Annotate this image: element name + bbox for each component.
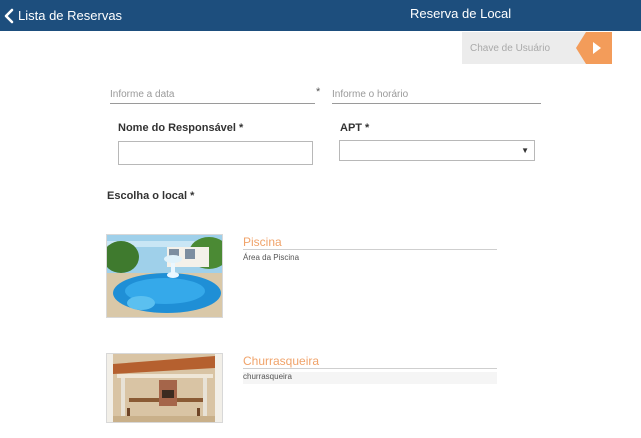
local-name-churrasqueira[interactable]: Churrasqueira [243, 354, 497, 369]
dropdown-arrow-icon: ▼ [521, 146, 529, 155]
barbecue-photo [107, 354, 222, 422]
user-key-input[interactable] [462, 32, 574, 64]
date-field [110, 84, 315, 104]
time-input[interactable] [332, 85, 541, 104]
date-required-mark: * [316, 86, 321, 98]
local-description-churrasqueira: churrasqueira [243, 372, 497, 384]
chevron-left-icon [4, 8, 14, 23]
back-button-label: Lista de Reservas [18, 8, 123, 23]
pool-thumbnail[interactable] [106, 234, 223, 318]
pool-photo [107, 235, 222, 317]
apt-select[interactable]: ▼ [339, 140, 535, 161]
barbecue-thumbnail[interactable] [106, 353, 223, 423]
back-button[interactable]: Lista de Reservas [4, 0, 122, 31]
submit-user-key-button[interactable] [574, 32, 612, 64]
responsible-name-input[interactable] [118, 141, 313, 165]
local-label: Escolha o local * [107, 190, 195, 202]
apt-label: APT * [340, 122, 370, 134]
user-key-field [462, 32, 612, 64]
page-title: Reserva de Local [410, 6, 512, 21]
top-bar: Lista de Reservas Reserva de Local [0, 0, 641, 31]
responsible-label: Nome do Responsável * [118, 122, 244, 134]
local-name-piscina[interactable]: Piscina [243, 235, 497, 250]
time-field [332, 84, 541, 104]
local-description-piscina: Área da Piscina [243, 253, 300, 262]
date-input[interactable] [110, 85, 315, 104]
